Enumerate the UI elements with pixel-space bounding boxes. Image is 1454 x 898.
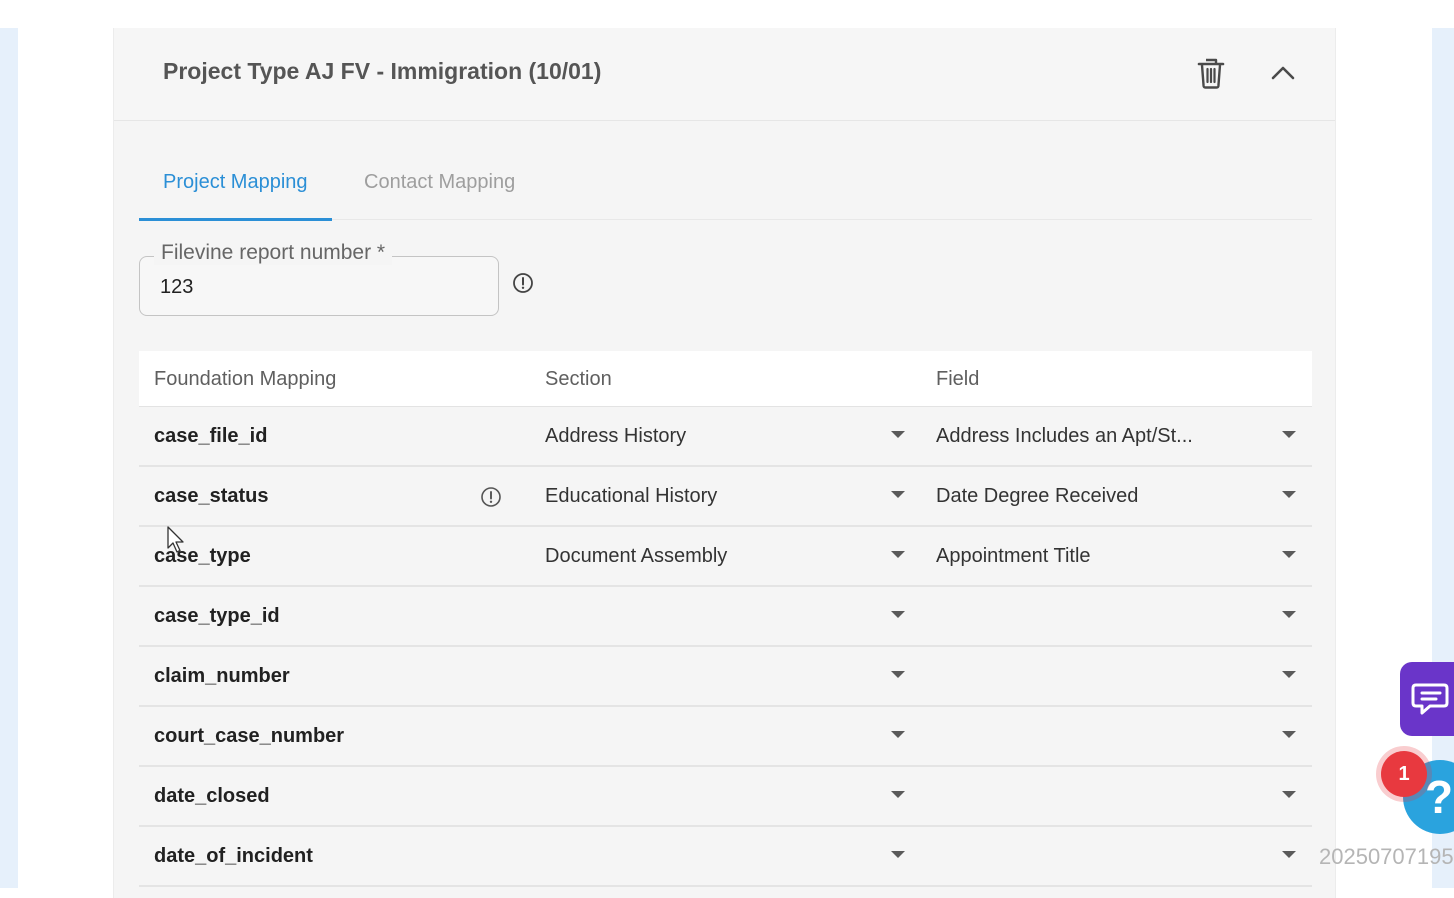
- field-select[interactable]: [936, 827, 1296, 885]
- field-select[interactable]: Address Includes an Apt/St...: [936, 407, 1296, 465]
- section-select[interactable]: [545, 647, 905, 705]
- table-row: court_case_number: [139, 707, 1312, 767]
- foundation-key: case_type_id: [154, 605, 280, 627]
- caret-down-icon: [1282, 731, 1296, 738]
- mouse-cursor-icon: [167, 526, 184, 553]
- field-value: Appointment Title: [936, 545, 1091, 567]
- report-number-input[interactable]: [160, 269, 480, 305]
- table-row: case_file_id Address History Address Inc…: [139, 407, 1312, 467]
- caret-down-icon: [891, 431, 905, 438]
- delete-button[interactable]: [1194, 55, 1228, 91]
- table-header: Foundation Mapping Section Field: [139, 351, 1312, 407]
- left-edge-strip: [0, 28, 18, 888]
- caret-down-icon: [1282, 431, 1296, 438]
- table-row: case_type_id: [139, 587, 1312, 647]
- column-header-foundation-mapping: Foundation Mapping: [154, 368, 337, 390]
- field-select[interactable]: Date Degree Received: [936, 467, 1296, 525]
- report-info-button[interactable]: [511, 271, 535, 295]
- chat-widget-button[interactable]: [1400, 662, 1454, 736]
- foundation-key: claim_number: [154, 665, 290, 687]
- report-number-field[interactable]: Filevine report number *: [139, 241, 499, 316]
- foundation-key: date_closed: [154, 785, 270, 807]
- section-value: Address History: [545, 425, 687, 447]
- chat-icon: [1411, 683, 1449, 715]
- mapping-table: Foundation Mapping Section Field case_fi…: [139, 351, 1312, 887]
- table-row: case_status Educational History Date Deg…: [139, 467, 1312, 527]
- field-select[interactable]: [936, 707, 1296, 765]
- caret-down-icon: [1282, 491, 1296, 498]
- caret-down-icon: [1282, 791, 1296, 798]
- section-select[interactable]: Address History: [545, 407, 905, 465]
- tab-project-mapping[interactable]: Project Mapping: [139, 152, 332, 221]
- caret-down-icon: [1282, 551, 1296, 558]
- section-select[interactable]: [545, 587, 905, 645]
- chevron-up-icon: [1271, 66, 1295, 80]
- trash-icon: [1197, 58, 1225, 89]
- foundation-key: case_status: [154, 485, 269, 507]
- mapping-tabs: Project Mapping Contact Mapping: [139, 152, 1312, 221]
- field-select[interactable]: Appointment Title: [936, 527, 1296, 585]
- foundation-key: court_case_number: [154, 725, 345, 747]
- caret-down-icon: [1282, 851, 1296, 858]
- table-row: claim_number: [139, 647, 1312, 707]
- panel-header[interactable]: Project Type AJ FV - Immigration (10/01): [114, 28, 1335, 121]
- section-select[interactable]: Document Assembly: [545, 527, 905, 585]
- table-row: case_type Document Assembly Appointment …: [139, 527, 1312, 587]
- key-info-button[interactable]: [480, 486, 502, 508]
- panel-title: Project Type AJ FV - Immigration (10/01): [163, 58, 602, 84]
- notification-badge[interactable]: 1: [1381, 751, 1427, 797]
- timestamp-watermark: 20250707195: [1319, 844, 1454, 869]
- info-icon: [513, 273, 533, 293]
- caret-down-icon: [1282, 611, 1296, 618]
- section-select[interactable]: [545, 827, 905, 885]
- table-row: date_closed: [139, 767, 1312, 827]
- caret-down-icon: [1282, 671, 1296, 678]
- caret-down-icon: [891, 551, 905, 558]
- column-header-field: Field: [936, 368, 980, 390]
- field-select[interactable]: [936, 647, 1296, 705]
- help-question-mark: ?: [1425, 771, 1454, 823]
- report-number-label: Filevine report number *: [154, 241, 393, 265]
- field-select[interactable]: [936, 767, 1296, 825]
- caret-down-icon: [891, 671, 905, 678]
- field-select[interactable]: [936, 587, 1296, 645]
- column-header-section: Section: [545, 368, 612, 390]
- field-value: Address Includes an Apt/St...: [936, 425, 1193, 447]
- tab-contact-mapping[interactable]: Contact Mapping: [340, 152, 539, 219]
- foundation-key: date_of_incident: [154, 845, 313, 867]
- section-value: Educational History: [545, 485, 718, 507]
- caret-down-icon: [891, 791, 905, 798]
- table-row: date_of_incident: [139, 827, 1312, 887]
- caret-down-icon: [891, 851, 905, 858]
- section-value: Document Assembly: [545, 545, 728, 567]
- section-select[interactable]: [545, 707, 905, 765]
- caret-down-icon: [891, 611, 905, 618]
- field-value: Date Degree Received: [936, 485, 1139, 507]
- collapse-button[interactable]: [1266, 55, 1300, 91]
- caret-down-icon: [891, 731, 905, 738]
- project-type-panel: Project Type AJ FV - Immigration (10/01)…: [113, 28, 1336, 898]
- right-edge-strip: [1432, 28, 1454, 888]
- section-select[interactable]: Educational History: [545, 467, 905, 525]
- foundation-key: case_file_id: [154, 425, 268, 447]
- section-select[interactable]: [545, 767, 905, 825]
- info-icon: [481, 487, 501, 507]
- caret-down-icon: [891, 491, 905, 498]
